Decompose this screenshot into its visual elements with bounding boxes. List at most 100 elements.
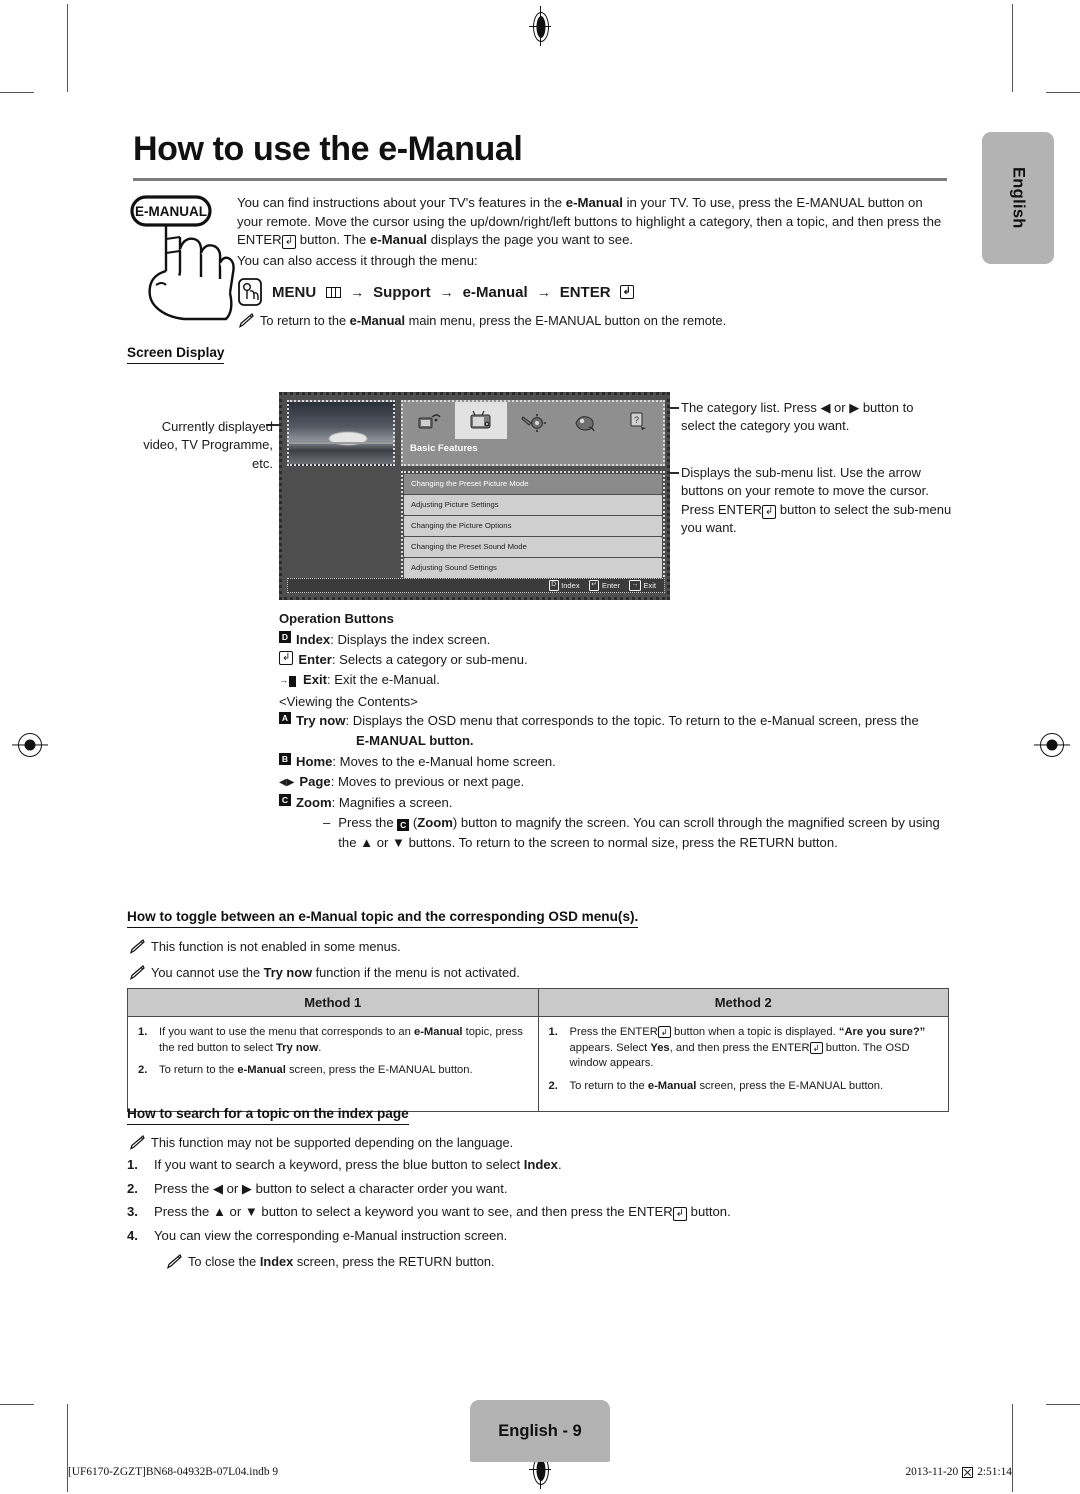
list-item: 1. If you want to use the menu that corr… xyxy=(138,1026,523,1054)
tv-category-network-icon[interactable] xyxy=(403,402,455,439)
b-key-icon: B xyxy=(279,752,291,765)
pencil-note-icon xyxy=(166,1254,182,1269)
crop-mark xyxy=(1012,1404,1013,1492)
tv-category-help-icon[interactable]: ? xyxy=(611,402,663,439)
crop-mark xyxy=(1046,1404,1080,1405)
viewing-contents-label: <Viewing the Contents> xyxy=(279,693,418,709)
tv-status-enter[interactable]: ↵ Enter xyxy=(588,580,620,591)
operation-item-enter: ↲ Enter: Selects a category or sub-menu. xyxy=(279,650,949,670)
note-toggle-1: This function is not enabled in some men… xyxy=(129,938,890,955)
index-key-icon: D xyxy=(279,630,291,643)
intro-p1-f: displays the page you want to see. xyxy=(427,232,634,248)
operation-buttons-block: Operation Buttons D Index: Displays the … xyxy=(279,609,949,853)
menu-grid-icon xyxy=(326,286,342,298)
footer-time: 2:51:14 xyxy=(977,1466,1012,1478)
intro-paragraph-2: You can also access it through the menu: xyxy=(237,252,478,268)
crop-mark xyxy=(1012,4,1013,92)
page-number-badge: English - 9 xyxy=(470,1400,610,1462)
operation-item-index: D Index: Displays the index screen. xyxy=(279,630,949,650)
path-arrow-1: → xyxy=(350,284,365,300)
tv-category-label: Basic Features xyxy=(410,443,478,454)
enter-key-icon: ↲ xyxy=(672,1207,688,1221)
index-key-icon: D xyxy=(548,580,559,591)
crop-mark xyxy=(1046,92,1080,93)
footer-timestamp: 2013-11-20 2:51:14 xyxy=(905,1466,1012,1478)
page-title: How to use the e-Manual xyxy=(133,130,523,168)
list-item: 3. Press the ▲ or ▼ button to select a k… xyxy=(127,1204,731,1221)
table-cell-method-2: 1. Press the ENTER ↲ button when a topic … xyxy=(537,1015,949,1113)
list-item: 1. If you want to search a keyword, pres… xyxy=(127,1157,562,1172)
pencil-note-icon xyxy=(129,939,145,954)
tv-category-settings-icon[interactable] xyxy=(507,402,559,439)
footer-file-reference: [UF6170-ZGZT]BN68-04932B-07L04.indb 9 xyxy=(68,1466,279,1478)
intro-paragraph-1: You can find instructions about your TV'… xyxy=(237,194,949,250)
registration-mark-left xyxy=(18,733,42,757)
table-row: 1. If you want to use the menu that corr… xyxy=(127,1015,949,1113)
table-header-method-2: Method 2 xyxy=(537,988,949,1017)
tv-screen-mockup: ? Basic Features Changing the Preset Pic… xyxy=(279,392,670,600)
note-text: This function is not enabled in some men… xyxy=(151,939,401,954)
tv-submenu-item[interactable]: Changing the Preset Picture Mode xyxy=(404,474,662,494)
note-text: To close the Index screen, press the RET… xyxy=(188,1254,495,1269)
crop-mark xyxy=(0,92,34,93)
callout-category-list: The category list. Press ◀ or ▶ button t… xyxy=(681,400,914,434)
list-item: 4. You can view the corresponding e-Manu… xyxy=(127,1227,508,1243)
list-item: 1. Press the ENTER ↲ button when a topic … xyxy=(548,1026,926,1070)
tv-category-icons: ? xyxy=(403,402,663,439)
c-key-icon: C xyxy=(279,794,291,807)
tv-category-picture-icon[interactable] xyxy=(455,402,507,439)
remote-hand-icon xyxy=(237,278,263,306)
pencil-note-icon xyxy=(129,965,145,980)
footer-date: 2013-11-20 xyxy=(905,1466,959,1478)
search-steps-list: 1. If you want to search a keyword, pres… xyxy=(127,1155,927,1249)
note-text: You cannot use the Try now function if t… xyxy=(151,965,520,980)
note-return-emanual: To return to the e-Manual main menu, pre… xyxy=(238,312,727,329)
intro-p1-a: You can find instructions about your TV'… xyxy=(237,195,566,210)
tv-status-exit[interactable]: → Exit xyxy=(629,580,656,591)
menu-label: MENU xyxy=(272,283,317,301)
operation-item-home: B Home: Moves to the e-Manual home scree… xyxy=(279,752,949,772)
menu-path: MENU → Support → e-Manual → ENTER ↲ xyxy=(237,278,634,306)
tv-status-bar: D Index ↵ Enter → Exit xyxy=(287,578,665,593)
title-divider xyxy=(133,178,947,181)
note-toggle-2: You cannot use the Try now function if t… xyxy=(129,964,890,981)
intro-p1-b: e-Manual xyxy=(565,195,623,210)
enter-key-icon: ↲ xyxy=(281,235,297,250)
intro-paragraphs: You can find instructions about your TV'… xyxy=(237,194,949,272)
crop-mark xyxy=(0,1404,34,1405)
footer-box-glyph-icon xyxy=(962,1466,974,1478)
path-arrow-2: → xyxy=(439,284,454,300)
note-search-2: To close the Index screen, press the RET… xyxy=(166,1253,927,1270)
note-text: To return to the e-Manual main menu, pre… xyxy=(260,313,727,328)
section-heading-search: How to search for a topic on the index p… xyxy=(127,1106,409,1125)
tv-submenu-item[interactable]: Changing the Picture Options xyxy=(404,515,662,536)
tv-category-list[interactable]: ? Basic Features xyxy=(401,400,665,466)
tv-submenu-item[interactable]: Changing the Preset Sound Mode xyxy=(404,536,662,557)
list-item: 2. To return to the e-Manual screen, pre… xyxy=(138,1064,473,1077)
registration-mark-right xyxy=(1040,733,1064,757)
operation-item-exit: → Exit: Exit the e-Manual. xyxy=(279,670,949,691)
tv-submenu-item[interactable]: Adjusting Picture Settings xyxy=(404,494,662,515)
c-key-icon: C xyxy=(397,819,410,832)
pencil-note-icon xyxy=(238,313,254,328)
a-key-icon: A xyxy=(279,712,291,725)
tv-status-index[interactable]: D Index xyxy=(548,580,580,591)
callout-submenu-list: Displays the sub-menu list. Use the arro… xyxy=(681,465,952,536)
svg-text:E-MANUAL: E-MANUAL xyxy=(135,204,207,219)
intro-p1-d: button. The xyxy=(296,232,370,248)
tv-category-support-icon[interactable] xyxy=(559,402,611,439)
tv-submenu-item[interactable]: Adjusting Sound Settings xyxy=(404,557,662,578)
list-item: 2. Press the ◀ or ▶ button to select a c… xyxy=(127,1180,508,1196)
crop-mark xyxy=(67,1404,68,1492)
registration-mark-top xyxy=(529,6,551,46)
enter-key-icon: ↲ xyxy=(657,1026,671,1038)
operation-item-try-now: A Try now: Displays the OSD menu that co… xyxy=(279,711,949,751)
method-comparison-table: Method 1 Method 2 1. If you want to use … xyxy=(127,988,949,1113)
tv-submenu-list[interactable]: Changing the Preset Picture Mode Adjusti… xyxy=(401,471,665,581)
pencil-note-icon xyxy=(129,1135,145,1150)
list-item: 2. To return to the e-Manual screen, pre… xyxy=(548,1079,884,1092)
note-text: This function may not be supported depen… xyxy=(151,1135,514,1150)
enter-key-icon: ↵ xyxy=(588,580,600,591)
path-arrow-3: → xyxy=(536,284,551,300)
exit-key-icon: → xyxy=(279,671,298,691)
